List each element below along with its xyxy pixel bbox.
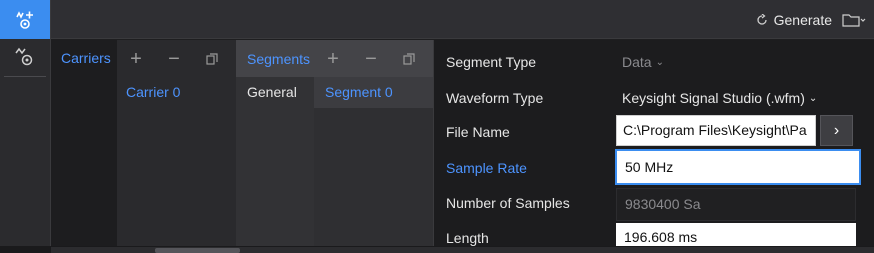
segment-list: + − Segment 0 xyxy=(314,40,433,246)
chevron-down-icon: ⌄ xyxy=(808,92,818,104)
carriers-panel: Carriers xyxy=(51,40,117,246)
num-samples-label: Number of Samples xyxy=(446,195,570,211)
left-rail xyxy=(0,0,51,253)
folder-open-icon xyxy=(842,13,866,27)
open-folder-button[interactable] xyxy=(842,0,866,39)
segment-toolbar: + − xyxy=(314,40,433,77)
waveform-type-label: Waveform Type xyxy=(446,90,544,106)
waveform-type-dropdown[interactable]: Keysight Signal Studio (.wfm) ⌄ xyxy=(622,90,817,106)
remove-segment-icon[interactable]: − xyxy=(352,40,390,77)
waveform-generator-icon xyxy=(16,10,33,29)
segments-panel: Segments General xyxy=(236,40,314,246)
carrier-item[interactable]: Carrier 0 xyxy=(126,84,180,100)
signal-settings-button[interactable] xyxy=(0,40,50,74)
waveform-generator-button[interactable] xyxy=(0,0,50,39)
scrollbar-thumb[interactable] xyxy=(155,248,240,253)
waveform-type-value: Keysight Signal Studio (.wfm) xyxy=(622,90,805,106)
sample-rate-field[interactable]: 50 MHz xyxy=(616,150,860,184)
add-carrier-icon[interactable]: + xyxy=(117,40,155,77)
add-segment-icon[interactable]: + xyxy=(314,40,352,77)
sample-rate-label: Sample Rate xyxy=(446,160,527,176)
remove-carrier-icon[interactable]: − xyxy=(155,40,193,77)
chevron-right-icon: › xyxy=(833,121,840,139)
segment-type-label: Segment Type xyxy=(446,54,537,70)
num-samples-value: 9830400 Sa xyxy=(616,188,856,221)
top-toolbar: Generate xyxy=(51,0,874,39)
carrier-list: + − Carrier 0 xyxy=(117,40,236,246)
general-item[interactable]: General xyxy=(247,84,297,100)
segment-type-value: Data xyxy=(622,54,652,70)
copy-segment-icon[interactable] xyxy=(390,40,428,77)
refresh-icon xyxy=(756,13,767,25)
length-label: Length xyxy=(446,230,489,246)
segment-type-dropdown[interactable]: Data ⌄ xyxy=(622,54,664,70)
carriers-tab[interactable]: Carriers xyxy=(61,50,111,66)
segment-properties: Segment Type Data ⌄ Waveform Type Keysig… xyxy=(433,40,874,249)
carrier-toolbar: + − xyxy=(117,40,236,77)
file-name-field[interactable]: C:\Program Files\Keysight\Pa xyxy=(616,115,816,146)
chevron-down-icon: ⌄ xyxy=(655,56,664,68)
generate-label: Generate xyxy=(773,11,832,28)
copy-carrier-icon[interactable] xyxy=(193,40,231,77)
segment-item[interactable]: Segment 0 xyxy=(314,77,433,108)
signal-settings-icon xyxy=(15,47,33,66)
segments-tab[interactable]: Segments xyxy=(236,40,314,77)
browse-button[interactable]: › xyxy=(820,115,853,146)
generate-button[interactable]: Generate xyxy=(756,0,832,39)
rail-divider xyxy=(4,76,46,77)
file-name-label: File Name xyxy=(446,124,510,140)
